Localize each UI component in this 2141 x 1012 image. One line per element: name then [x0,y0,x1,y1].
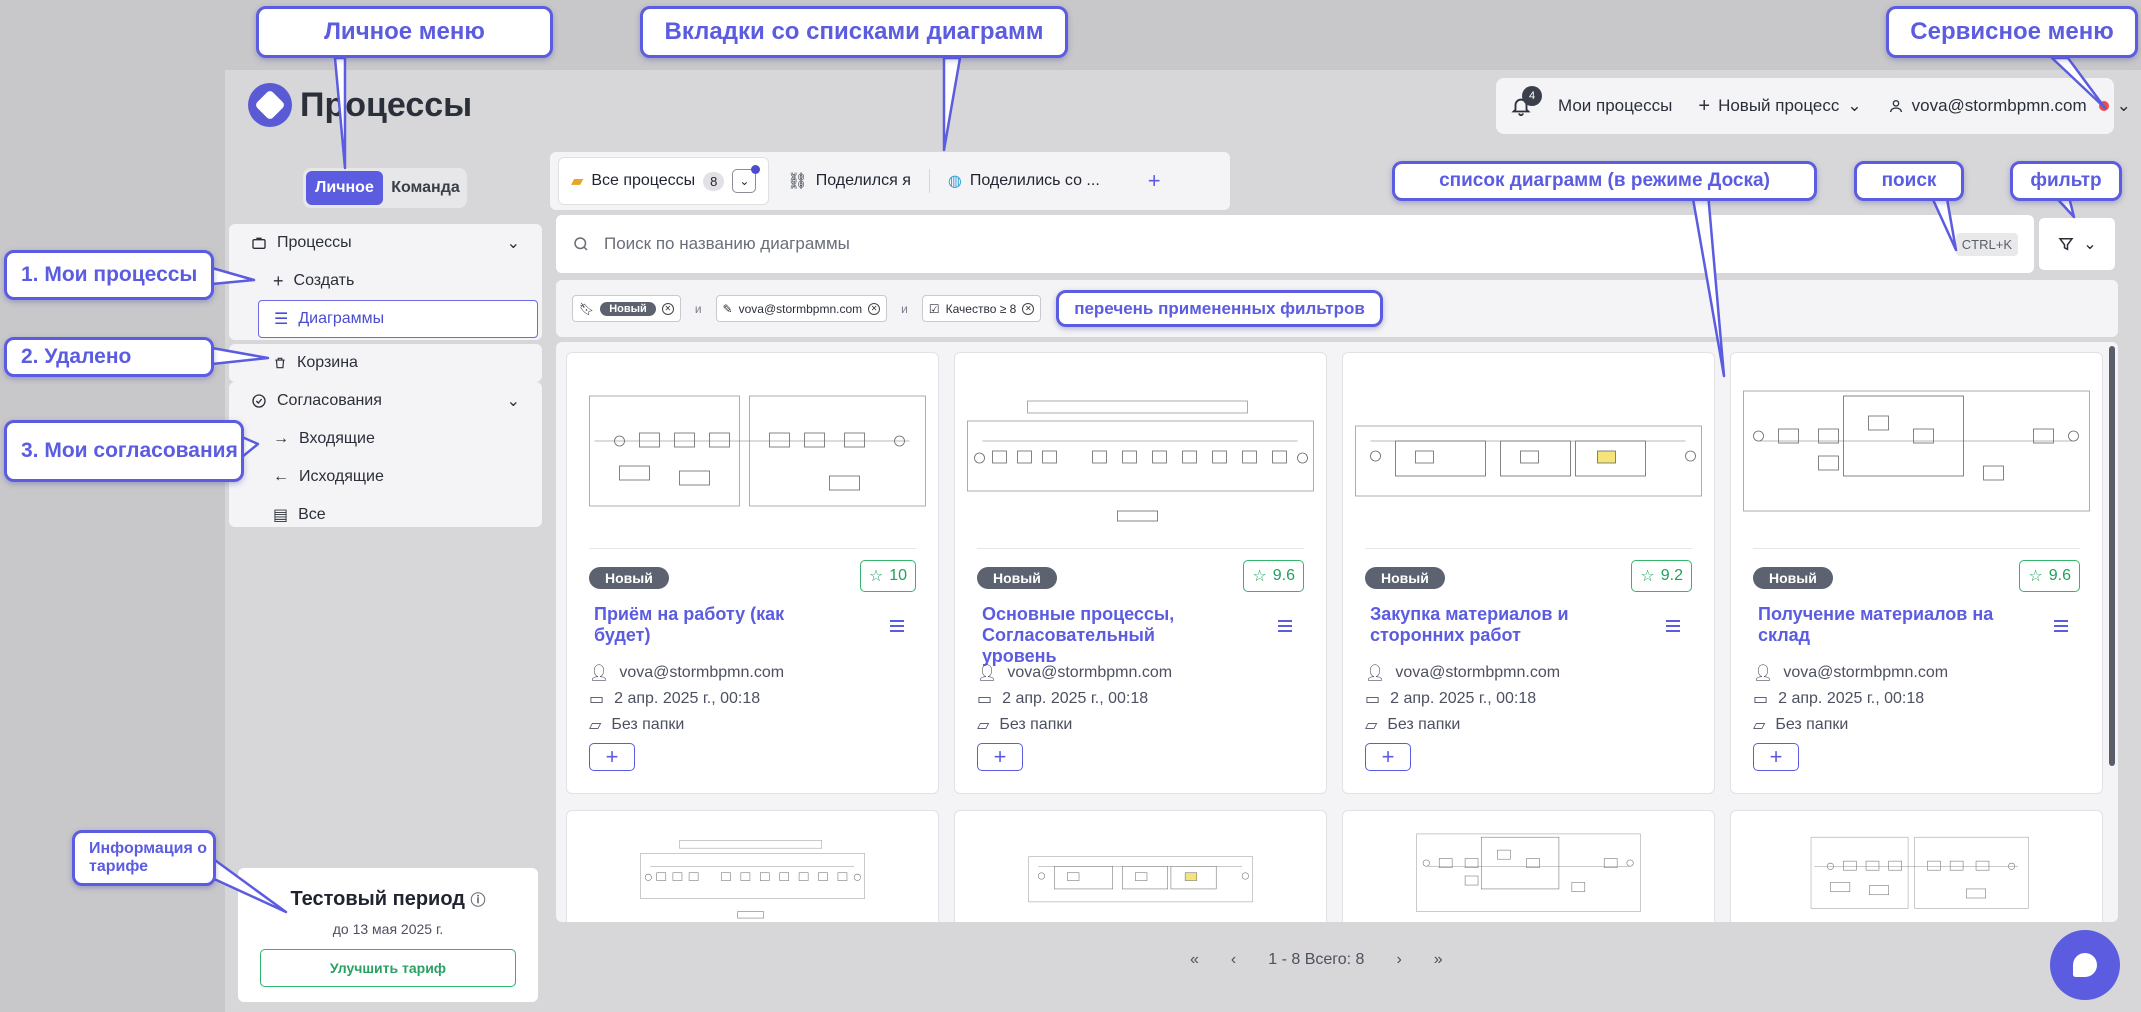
annotation-service-menu: Сервисное меню [1886,6,2138,58]
annotation-personal-menu: Личное меню [256,6,553,58]
annotation-tariff-info: Информация о тарифе [72,830,216,886]
annotation-my-processes: 1. Мои процессы [4,250,214,300]
annotation-applied-filters: перечень примененных фильтров [1056,290,1383,327]
annotation-search: поиск [1854,161,1964,201]
annotation-pointers [210,56,2107,914]
annotation-tabs: Вкладки со списками диаграмм [640,6,1068,58]
annotation-board: список диаграмм (в режиме Доска) [1392,161,1817,201]
annotation-deleted: 2. Удалено [4,337,214,377]
annotation-filter: фильтр [2010,161,2122,201]
annotation-my-approvals: 3. Мои согласования [4,420,244,482]
